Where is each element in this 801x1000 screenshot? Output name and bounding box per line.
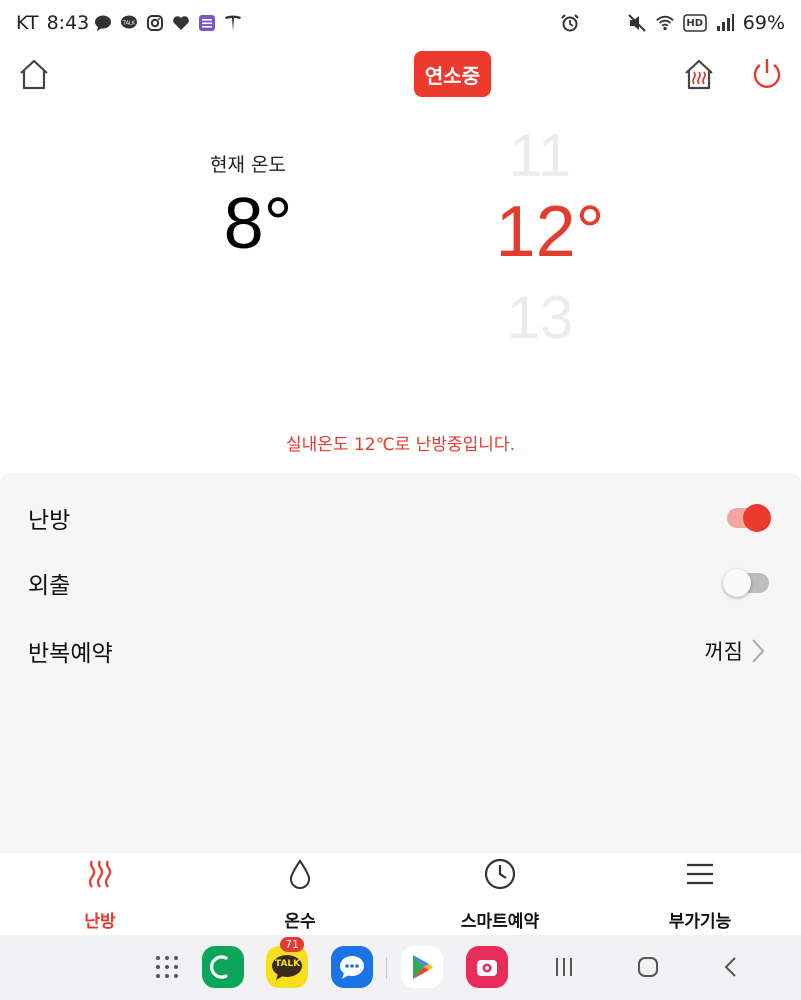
talk-label: TALK xyxy=(275,959,301,969)
power-icon xyxy=(753,59,781,88)
away-toggle[interactable] xyxy=(723,569,769,597)
tesla-icon xyxy=(223,13,243,33)
schedule-row[interactable]: 반복예약 꺼짐 xyxy=(0,621,801,681)
tab-smart-schedule[interactable]: 스마트예약 xyxy=(400,853,600,935)
phone-glyph-icon xyxy=(210,955,228,979)
bottom-tab-bar: 난방 온수 스마트예약 부가기능 xyxy=(0,853,801,935)
hd-icon: HD xyxy=(682,13,707,33)
recent-apps-button[interactable] xyxy=(543,946,585,988)
chevron-right-icon xyxy=(752,639,765,663)
wifi-icon xyxy=(655,13,675,33)
top-bar: 연소중 xyxy=(0,48,801,104)
water-drop-icon xyxy=(289,859,311,889)
home-nav-icon xyxy=(638,957,658,977)
away-row: 외출 xyxy=(0,553,801,613)
phone-app-icon[interactable] xyxy=(202,946,244,988)
instagram-icon xyxy=(145,13,165,33)
tab-heating[interactable]: 난방 xyxy=(0,853,200,935)
clock-time: 8:43 xyxy=(46,12,90,34)
app-drawer-icon xyxy=(156,956,178,978)
home-icon xyxy=(20,59,48,90)
camera-app-icon[interactable] xyxy=(466,946,508,988)
list-app-icon xyxy=(197,13,217,33)
status-bar: KT 8:43 TALK HD 69% xyxy=(0,0,801,46)
tab-label: 스마트예약 xyxy=(460,912,540,932)
app-drawer-button[interactable] xyxy=(146,946,188,988)
alarm-icon xyxy=(560,13,580,33)
heating-toggle[interactable] xyxy=(727,504,771,532)
picker-prev-value[interactable]: 11 xyxy=(470,126,610,186)
battery-level: 69% xyxy=(742,12,785,34)
away-label: 외출 xyxy=(28,573,71,599)
kakaotalk-app-icon[interactable]: TALK 71 xyxy=(266,937,308,988)
chat-bubble-icon xyxy=(93,13,113,33)
mute-icon xyxy=(627,13,647,33)
messages-app-icon[interactable] xyxy=(331,946,373,988)
settings-panel: 난방 외출 반복예약 꺼짐 xyxy=(0,473,801,853)
back-icon xyxy=(724,957,736,977)
heat-waves-icon xyxy=(88,860,112,888)
talk-icon: TALK xyxy=(119,13,139,33)
heating-row: 난방 xyxy=(0,488,801,548)
current-temp-value: 8° xyxy=(223,184,293,264)
message-bubble-icon xyxy=(340,956,364,979)
picker-next-value[interactable]: 13 xyxy=(470,288,610,348)
schedule-label: 반복예약 xyxy=(28,641,113,667)
house-heating-icon xyxy=(685,59,713,90)
notification-icons: TALK xyxy=(93,13,243,33)
carrier-label: KT xyxy=(16,12,39,34)
heating-status-message: 실내온도 12℃로 난방중입니다. xyxy=(286,435,515,455)
signal-icon xyxy=(715,13,735,33)
camera-glyph-icon xyxy=(477,960,497,976)
picker-selected-value[interactable]: 12° xyxy=(470,196,630,268)
tab-label: 부가기능 xyxy=(668,912,732,932)
schedule-value: 꺼짐 xyxy=(704,640,743,664)
home-nav-button[interactable] xyxy=(627,946,669,988)
play-store-icon[interactable] xyxy=(401,946,443,988)
toggle-knob xyxy=(743,504,771,532)
recent-apps-icon xyxy=(556,958,572,976)
clock-icon xyxy=(484,858,516,890)
target-temp-picker[interactable]: 11 12° 13 xyxy=(470,120,630,360)
back-button[interactable] xyxy=(710,946,752,988)
toggle-knob xyxy=(723,569,751,597)
home-button[interactable] xyxy=(16,56,52,92)
menu-icon xyxy=(687,863,713,885)
unread-count-badge: 71 xyxy=(280,937,304,952)
schedule-value-group[interactable]: 꺼짐 xyxy=(704,636,765,666)
current-temp-label: 현재 온도 xyxy=(210,154,286,176)
tab-extra-features[interactable]: 부가기능 xyxy=(600,853,800,935)
play-triangle-icon xyxy=(413,955,433,979)
hd-label: HD xyxy=(686,17,704,29)
heating-label: 난방 xyxy=(28,508,71,534)
heart-icon xyxy=(171,13,191,33)
tab-label: 난방 xyxy=(84,912,116,932)
power-button[interactable] xyxy=(749,56,785,92)
house-heating-button[interactable] xyxy=(681,56,717,92)
svg-text:TALK: TALK xyxy=(122,21,136,27)
nav-divider xyxy=(386,957,387,979)
combustion-status-badge: 연소중 xyxy=(414,51,491,97)
tab-label: 온수 xyxy=(284,912,316,932)
system-nav-bar: TALK 71 xyxy=(0,935,801,1000)
tab-hot-water[interactable]: 온수 xyxy=(200,853,400,935)
